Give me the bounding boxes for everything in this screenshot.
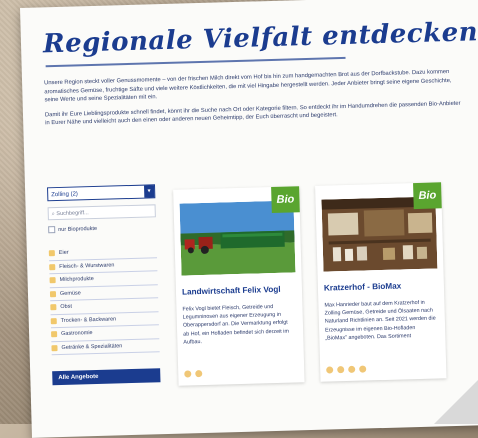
category-icons (326, 365, 367, 374)
print-page: Regionale Vielfalt entdecken Unsere Regi… (20, 0, 478, 438)
bio-only-checkbox[interactable]: nur Bioprodukte (48, 223, 156, 234)
producer-description: Felix Vogl bietet Fleisch, Getreide und … (182, 304, 289, 346)
chevron-down-icon[interactable]: ▾ (144, 185, 155, 198)
producer-description: Max Hanrieder baut auf dem Kratzerhof in… (324, 299, 436, 342)
bio-badge: Bio (413, 182, 442, 210)
fruit-icon (50, 304, 57, 311)
search-input[interactable]: ⌕ Suchbegriff... (47, 204, 156, 221)
milk-icon (337, 366, 345, 374)
checkbox-box[interactable] (48, 226, 56, 234)
intro-paragraph-1: Unsere Region steckt voller Genussmoment… (44, 69, 452, 104)
vegetable-icon (195, 370, 203, 378)
fruit-icon (359, 365, 367, 373)
bread-icon (50, 317, 57, 325)
page-corner-curl (434, 380, 478, 424)
bio-only-label: nur Bioprodukte (58, 225, 98, 233)
producer-card-vogl[interactable]: Bio Landwirtschaft Felix Vogl Felix Vogl… (173, 186, 305, 386)
cutlery-icon (51, 331, 58, 338)
vegetable-icon (49, 290, 57, 298)
filter-sidebar: Zolling (2) ▾ ⌕ Suchbegriff... nur Biopr… (47, 184, 161, 386)
location-select-value: Zolling (2) (51, 191, 78, 199)
producer-name: Kratzerhof - BioMax (323, 281, 402, 293)
category-list: Eier Fleisch- & Wurstwaren Milchprodukte… (48, 244, 160, 356)
vegetable-icon (348, 365, 356, 373)
page-title: Regionale Vielfalt entdecken (42, 17, 478, 60)
drink-icon (51, 344, 58, 352)
producer-card-kratzerhof[interactable]: Bio Kratzerhof - BioMax Max Hanrieder ba… (315, 182, 447, 382)
egg-icon (48, 250, 55, 257)
category-icons (184, 370, 203, 378)
meat-icon (49, 263, 56, 271)
search-placeholder: Suchbegriff... (56, 210, 89, 218)
all-offers-button[interactable]: Alle Angebote (52, 368, 161, 386)
location-select[interactable]: Zolling (2) ▾ (47, 184, 156, 202)
category-item-getraenke[interactable]: Getränke & Spezialitäten (51, 338, 160, 356)
title-underline (45, 56, 346, 68)
egg-icon (326, 366, 334, 374)
search-icon: ⌕ (51, 211, 55, 218)
intro-text: Unsere Region steckt voller Genussmoment… (44, 68, 465, 135)
bio-badge: Bio (271, 186, 300, 214)
producer-name: Landwirtschaft Felix Vogl (181, 284, 281, 297)
milk-icon (49, 277, 56, 284)
egg-icon (184, 370, 192, 378)
intro-paragraph-2: Damit ihr Eure Lieblingsprodukte schnell… (44, 100, 461, 127)
